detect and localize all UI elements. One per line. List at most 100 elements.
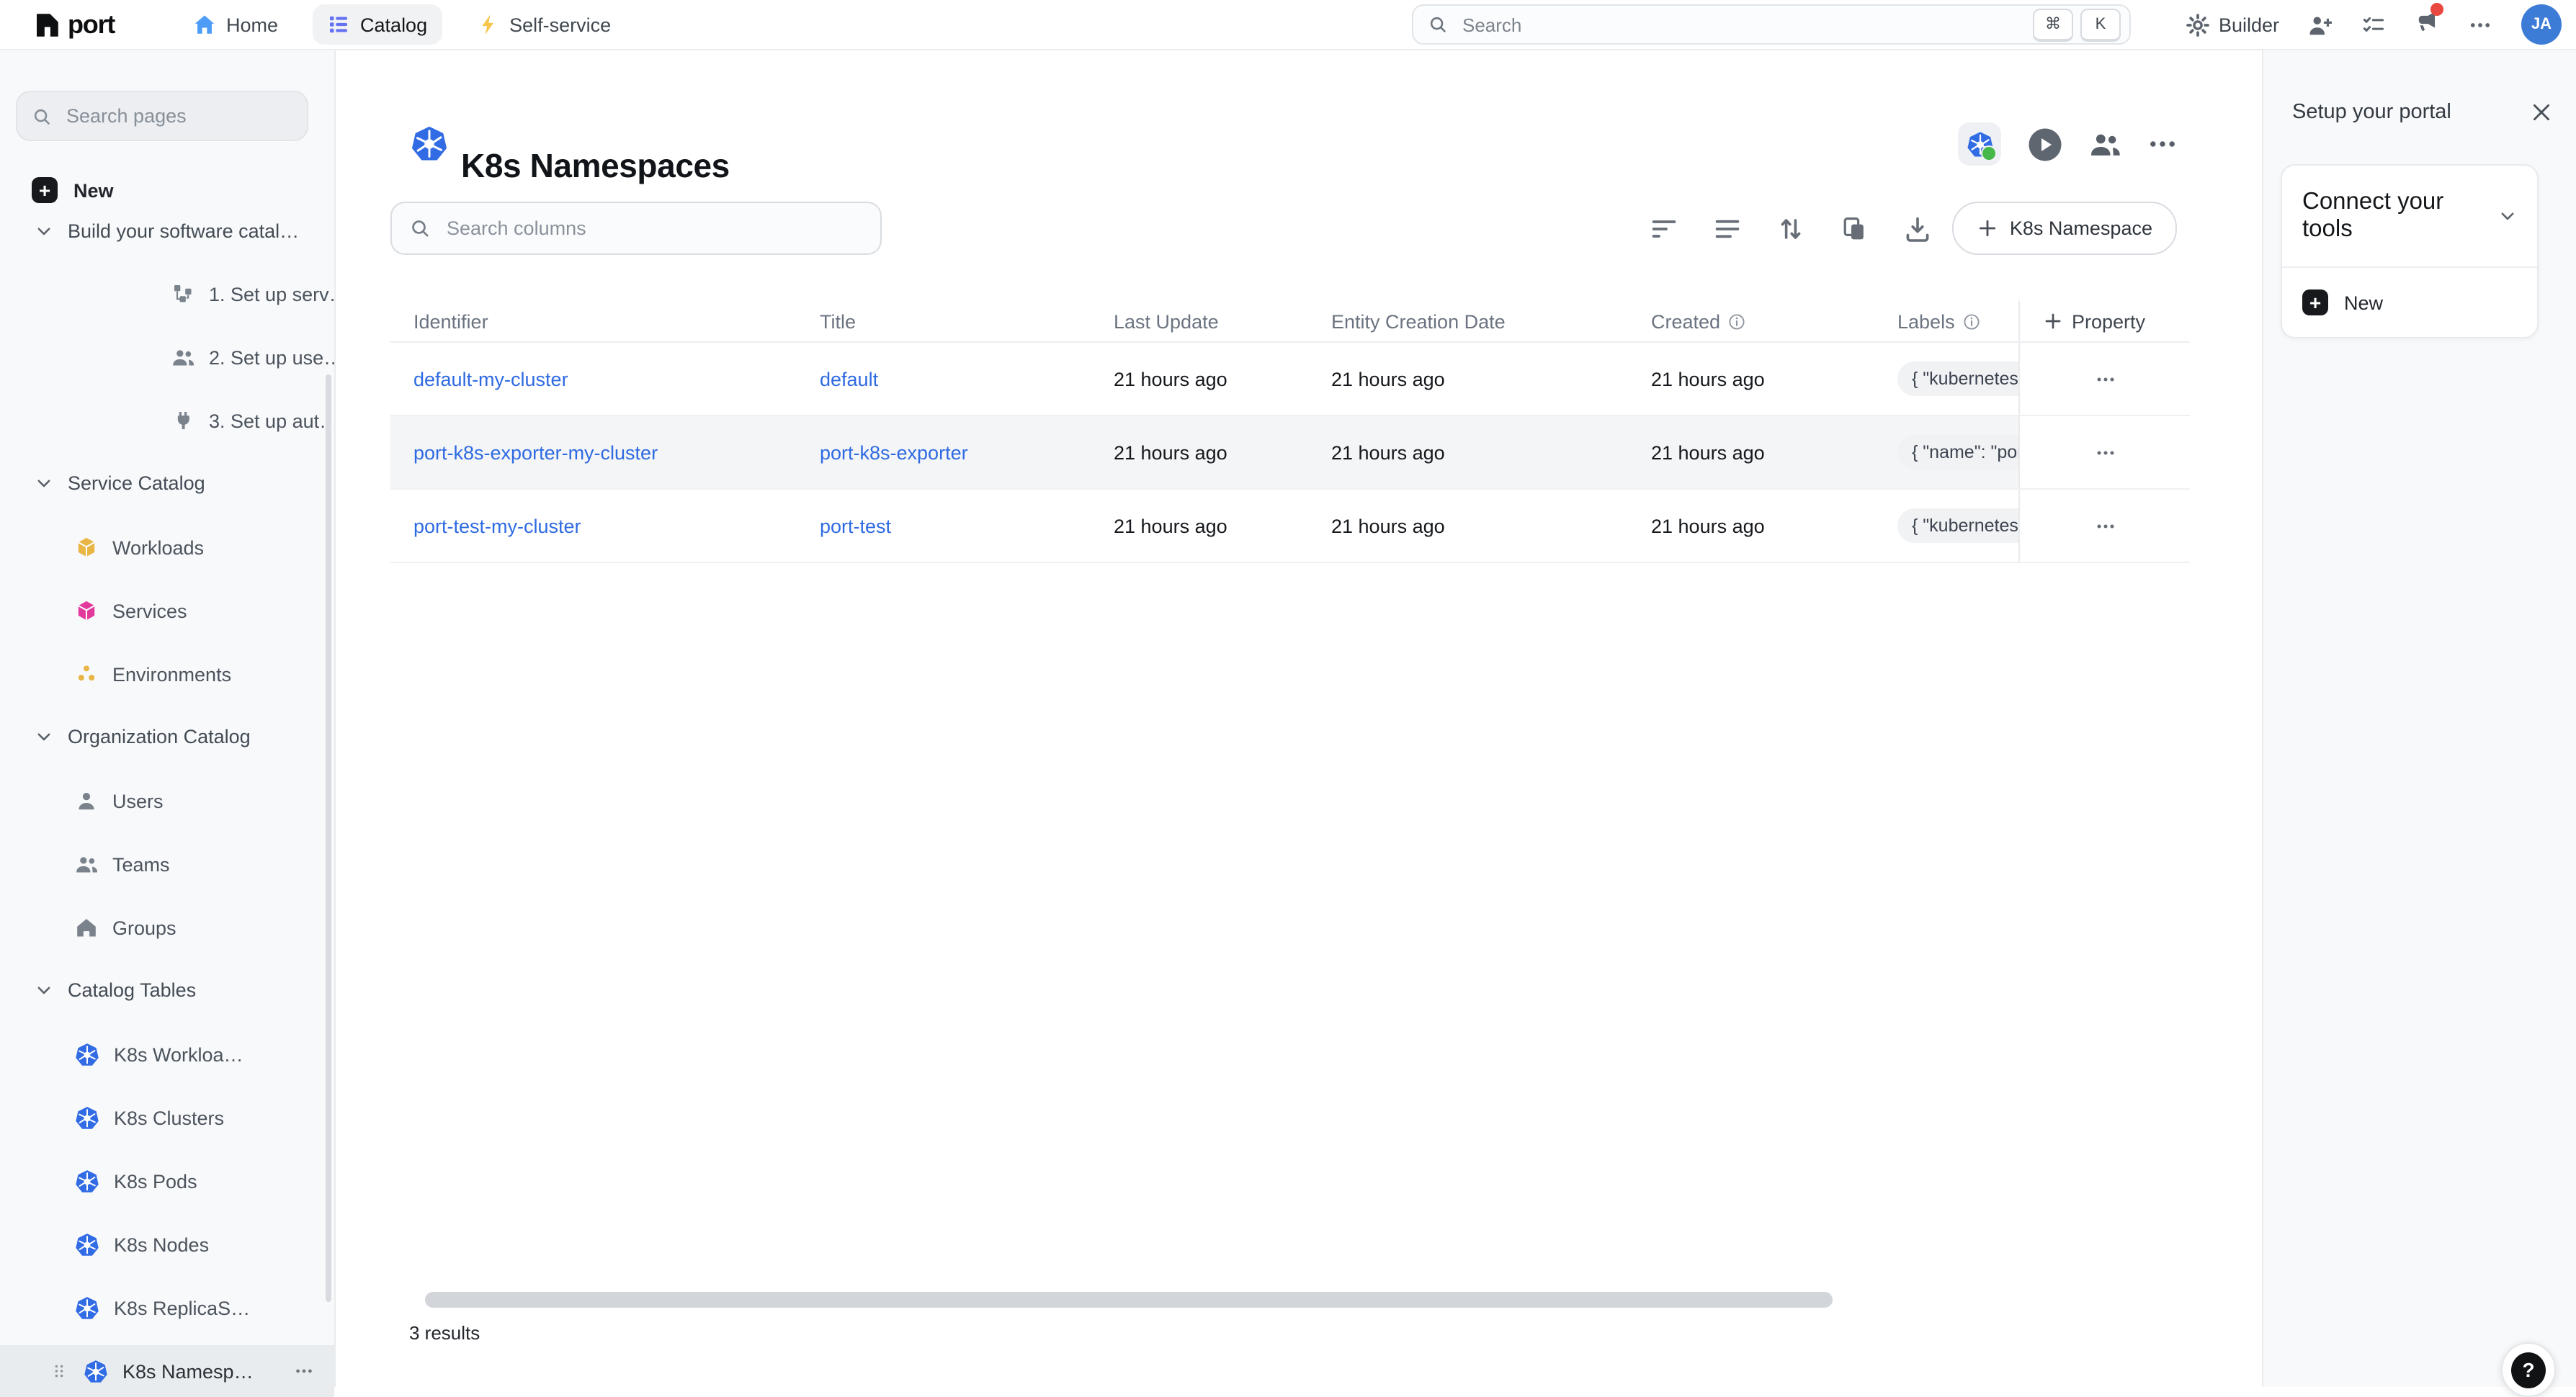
column-header-title[interactable]: Title: [797, 310, 1091, 332]
plus-icon: +: [32, 177, 58, 203]
sidebar-item-groups[interactable]: Groups: [0, 902, 334, 953]
announcements-button[interactable]: [2415, 9, 2439, 40]
sidebar-item-setup-automations[interactable]: 3. Set up aut…: [0, 395, 334, 446]
info-icon: [1962, 312, 1981, 331]
top-bar: port Home Catalog Self-service ⌘ K: [0, 0, 2576, 50]
sidebar-item-users[interactable]: Users: [0, 775, 334, 827]
created-value: 21 hours ago: [1651, 515, 1765, 536]
labels-chip[interactable]: { "kubernetes: [1897, 508, 2018, 543]
sidebar-item-teams[interactable]: Teams: [0, 838, 334, 890]
column-header-created[interactable]: Created: [1628, 310, 1874, 332]
sidebar-item-workloads[interactable]: Workloads: [0, 521, 334, 573]
identifier-link[interactable]: default-my-cluster: [413, 368, 568, 390]
sidebar-item-k8s-replicasets[interactable]: K8s ReplicaS…: [0, 1282, 334, 1334]
manage-properties-icon[interactable]: [1840, 214, 1869, 243]
invite-user-icon[interactable]: [2308, 12, 2333, 37]
group-by-icon[interactable]: [1713, 214, 1742, 243]
chevron-down-icon: [35, 221, 53, 240]
kubernetes-icon: [75, 1042, 99, 1066]
nav-tab-catalog[interactable]: Catalog: [313, 4, 442, 45]
home-icon: [193, 13, 216, 36]
sidebar-group-organization-catalog[interactable]: Organization Catalog: [0, 710, 334, 762]
row-options-button[interactable]: [2086, 360, 2124, 397]
sort-icon[interactable]: [1776, 214, 1805, 243]
item-options-icon[interactable]: [294, 1361, 314, 1381]
column-header-labels[interactable]: Labels: [1874, 310, 2018, 332]
port-app: port Home Catalog Self-service ⌘ K: [0, 0, 2576, 1387]
title-link[interactable]: port-test: [820, 515, 891, 536]
table-row: port-k8s-exporter-my-cluster port-k8s-ex…: [390, 416, 2190, 490]
row-options-button[interactable]: [2086, 434, 2124, 471]
add-property-button[interactable]: Property: [2018, 301, 2190, 341]
sidebar-item-k8s-pods[interactable]: K8s Pods: [0, 1155, 334, 1207]
title-link[interactable]: port-k8s-exporter: [820, 441, 968, 463]
port-logo[interactable]: port: [32, 0, 115, 49]
sidebar-group-service-catalog[interactable]: Service Catalog: [0, 457, 334, 508]
home-building-icon: [75, 916, 98, 939]
sidebar-item-environments[interactable]: Environments: [0, 648, 334, 700]
builder-button[interactable]: Builder: [2186, 12, 2279, 37]
people-icon: [171, 346, 194, 369]
labels-chip[interactable]: { "name": "por: [1897, 435, 2018, 470]
user-avatar[interactable]: JA: [2521, 4, 2562, 45]
sidebar-search[interactable]: [16, 91, 308, 141]
search-columns[interactable]: [390, 202, 882, 255]
chevron-down-icon: [35, 727, 53, 745]
results-count: 3 results: [409, 1322, 480, 1344]
kubernetes-icon: [75, 1169, 99, 1193]
global-search[interactable]: ⌘ K: [1412, 4, 2131, 45]
title-link[interactable]: default: [820, 368, 878, 390]
plus-icon: [2043, 311, 2063, 331]
setup-portal-panel: Setup your portal Connect your tools + N…: [2262, 49, 2576, 1387]
kubernetes-icon: [75, 1295, 99, 1320]
identifier-link[interactable]: port-test-my-cluster: [413, 515, 581, 536]
search-columns-input[interactable]: [444, 216, 863, 241]
page-more-options-icon[interactable]: [2147, 128, 2178, 160]
labels-chip[interactable]: { "kubernetes: [1897, 361, 2018, 396]
sidebar-scrollbar-thumb[interactable]: [326, 374, 331, 1302]
close-icon[interactable]: [2530, 101, 2553, 124]
nav-tab-self-service[interactable]: Self-service: [462, 4, 625, 45]
row-options-button[interactable]: [2086, 507, 2124, 544]
more-options-icon[interactable]: [2468, 12, 2492, 37]
identifier-link[interactable]: port-k8s-exporter-my-cluster: [413, 441, 658, 463]
connect-tools-header[interactable]: Connect your tools: [2282, 166, 2537, 268]
column-header-entity-creation-date[interactable]: Entity Creation Date: [1308, 310, 1628, 332]
drag-handle-icon[interactable]: [50, 1361, 68, 1381]
sidebar-search-input[interactable]: [63, 104, 292, 128]
search-icon: [1428, 14, 1448, 35]
plus-icon: +: [2302, 289, 2328, 315]
sidebar-item-k8s-namespaces[interactable]: K8s Namesp…: [0, 1345, 334, 1397]
add-button-label: K8s Namespace: [2010, 217, 2152, 239]
global-search-input[interactable]: [1459, 12, 2026, 37]
sidebar-item-setup-users[interactable]: 2. Set up use…: [0, 331, 334, 383]
ellipsis-icon: [2094, 515, 2116, 536]
sidebar-group-build-catalog[interactable]: Build your software catal…: [0, 205, 334, 256]
main-content: K8s Namespaces K8s Namespace: [334, 49, 2263, 1387]
column-header-last-update[interactable]: Last Update: [1091, 310, 1308, 332]
sidebar-item-k8s-workloads[interactable]: K8s Workloa…: [0, 1028, 334, 1080]
sidebar-new-label: New: [73, 179, 114, 201]
sidebar-group-catalog-tables[interactable]: Catalog Tables: [0, 963, 334, 1015]
export-download-icon[interactable]: [1903, 214, 1932, 243]
audience-icon[interactable]: [2089, 128, 2121, 160]
add-k8s-namespace-button[interactable]: K8s Namespace: [1952, 202, 2177, 255]
cube-icon: [75, 536, 98, 559]
nav-catalog-label: Catalog: [360, 14, 427, 35]
checklist-icon[interactable]: [2361, 12, 2386, 37]
exporter-status-badge[interactable]: [1958, 122, 2001, 166]
lightning-bolt-icon: [476, 13, 499, 36]
play-walkthrough-button[interactable]: [2027, 126, 2063, 162]
sidebar-item-k8s-nodes[interactable]: K8s Nodes: [0, 1218, 334, 1270]
horizontal-scrollbar-thumb[interactable]: [425, 1292, 1833, 1308]
filter-icon[interactable]: [1650, 214, 1678, 243]
help-button[interactable]: ?: [2501, 1342, 2556, 1397]
column-header-identifier[interactable]: Identifier: [390, 310, 797, 332]
sidebar-item-setup-service[interactable]: 1. Set up serv…: [0, 268, 334, 320]
panel-new-button[interactable]: + New: [2282, 268, 2537, 337]
nav-tab-home[interactable]: Home: [179, 4, 292, 45]
table-header-row: Identifier Title Last Update Entity Crea…: [390, 301, 2190, 343]
sidebar-item-services[interactable]: Services: [0, 585, 334, 637]
search-icon: [32, 106, 52, 126]
sidebar-item-k8s-clusters[interactable]: K8s Clusters: [0, 1092, 334, 1144]
